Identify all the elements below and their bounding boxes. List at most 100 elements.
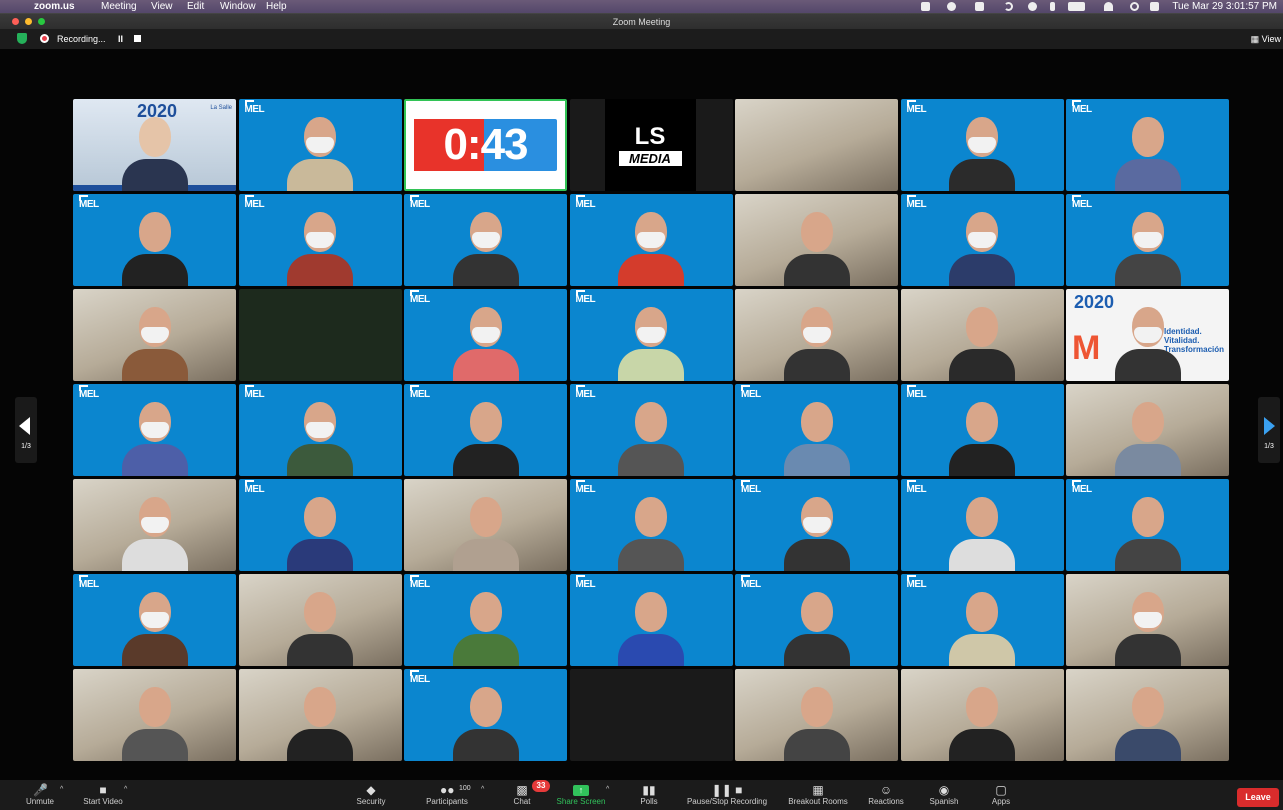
participant-tile[interactable]: MEL bbox=[404, 669, 567, 761]
participant-tile[interactable] bbox=[735, 669, 898, 761]
participant-tile[interactable]: LS MEDIA bbox=[569, 99, 733, 191]
leave-button[interactable]: Leave bbox=[1237, 788, 1279, 807]
participant-tile[interactable]: 2020 M Identidad. Vitalidad. Transformación bbox=[1066, 289, 1229, 381]
participant-tile[interactable]: MEL bbox=[569, 289, 733, 381]
participant-tile[interactable] bbox=[1066, 384, 1229, 476]
moon-icon[interactable] bbox=[1004, 2, 1013, 11]
participant-tile[interactable]: MEL bbox=[73, 384, 236, 476]
participant-video bbox=[618, 297, 684, 381]
participant-tile[interactable] bbox=[900, 669, 1064, 761]
video-options-caret[interactable]: ^ bbox=[124, 786, 127, 793]
search-icon[interactable] bbox=[1130, 2, 1139, 11]
participant-video bbox=[121, 107, 188, 191]
interpretation-button[interactable]: ◉ Spanish bbox=[924, 780, 964, 810]
apps-button[interactable]: ▢ Apps bbox=[985, 780, 1017, 810]
participant-tile[interactable]: 0:43 bbox=[404, 99, 567, 191]
participant-tile[interactable] bbox=[735, 289, 898, 381]
unmute-button[interactable]: 🎤 Unmute bbox=[22, 780, 58, 810]
participants-options-caret[interactable]: ^ bbox=[481, 786, 484, 793]
participant-tile[interactable]: MEL bbox=[735, 479, 898, 571]
bluetooth-icon[interactable] bbox=[1050, 2, 1055, 11]
pause-stop-icon: ❚❚ ■ bbox=[711, 783, 743, 797]
audio-options-caret[interactable]: ^ bbox=[60, 786, 63, 793]
pause-stop-recording-button[interactable]: ❚❚ ■ Pause/Stop Recording bbox=[680, 780, 774, 810]
participant-tile[interactable]: MEL bbox=[238, 194, 402, 286]
share-options-caret[interactable]: ^ bbox=[606, 786, 609, 793]
previous-page-button[interactable]: 1/3 bbox=[15, 397, 37, 463]
participant-tile[interactable]: MEL bbox=[1066, 99, 1229, 191]
participant-tile[interactable]: MEL bbox=[1066, 194, 1229, 286]
video-off-icon: ■ bbox=[99, 783, 107, 797]
app-menu[interactable]: zoom.us bbox=[34, 0, 75, 13]
security-shield-icon[interactable] bbox=[17, 33, 27, 44]
participant-tile[interactable]: MEL bbox=[404, 194, 567, 286]
app-icon[interactable] bbox=[975, 2, 984, 11]
grammarly-icon[interactable] bbox=[947, 2, 956, 11]
participant-tile[interactable]: MEL bbox=[900, 194, 1064, 286]
share-screen-button[interactable]: ↑ Share Screen bbox=[553, 780, 609, 810]
participant-tile[interactable] bbox=[73, 289, 236, 381]
participant-tile[interactable] bbox=[73, 669, 236, 761]
participant-tile[interactable]: MEL bbox=[404, 384, 567, 476]
participant-tile[interactable] bbox=[238, 289, 402, 381]
reactions-button[interactable]: ☺ Reactions bbox=[863, 780, 909, 810]
participant-tile[interactable] bbox=[569, 669, 733, 761]
participant-tile[interactable]: MEL bbox=[238, 384, 402, 476]
participant-tile[interactable]: 2020 La Salle bbox=[73, 99, 236, 191]
stop-recording-button[interactable] bbox=[134, 35, 141, 42]
participant-tile[interactable]: MEL bbox=[73, 194, 236, 286]
participant-tile[interactable]: MEL bbox=[238, 99, 402, 191]
participant-tile[interactable] bbox=[900, 289, 1064, 381]
next-page-button[interactable]: 1/3 bbox=[1258, 397, 1280, 463]
participant-tile[interactable] bbox=[238, 669, 402, 761]
menu-help[interactable]: Help bbox=[266, 0, 287, 13]
participant-tile[interactable]: MEL bbox=[404, 289, 567, 381]
participant-tile[interactable]: MEL bbox=[735, 574, 898, 666]
participant-tile[interactable]: MEL bbox=[569, 384, 733, 476]
menu-view[interactable]: View bbox=[151, 0, 173, 13]
wifi-icon[interactable] bbox=[1104, 2, 1113, 11]
language-icon: ◉ bbox=[938, 783, 950, 797]
control-center-icon[interactable] bbox=[1150, 2, 1159, 11]
participant-tile[interactable]: MEL bbox=[735, 384, 898, 476]
participant-video bbox=[949, 582, 1015, 666]
chat-button[interactable]: ▩ Chat 33 bbox=[508, 780, 550, 810]
participant-tile[interactable]: MEL bbox=[900, 479, 1064, 571]
participant-tile[interactable]: MEL bbox=[73, 574, 236, 666]
participant-tile[interactable]: MEL bbox=[900, 99, 1064, 191]
start-video-button[interactable]: ■ Start Video bbox=[78, 780, 128, 810]
menu-window[interactable]: Window bbox=[220, 0, 256, 13]
participant-tile[interactable]: MEL bbox=[1066, 479, 1229, 571]
participant-tile[interactable] bbox=[404, 479, 567, 571]
clock[interactable]: Tue Mar 29 3:01:57 PM bbox=[1172, 0, 1277, 13]
participant-tile[interactable]: MEL bbox=[238, 479, 402, 571]
view-button[interactable]: ▦ View bbox=[1251, 29, 1281, 49]
participant-tile[interactable]: MEL bbox=[569, 194, 733, 286]
camera-icon[interactable] bbox=[921, 2, 930, 11]
participant-tile[interactable] bbox=[238, 574, 402, 666]
participant-video bbox=[949, 107, 1015, 191]
participant-tile[interactable] bbox=[735, 194, 898, 286]
menu-edit[interactable]: Edit bbox=[187, 0, 204, 13]
breakout-rooms-button[interactable]: ▦ Breakout Rooms bbox=[783, 780, 853, 810]
participant-tile[interactable]: MEL bbox=[404, 574, 567, 666]
participant-tile[interactable] bbox=[1066, 574, 1229, 666]
participant-tile[interactable] bbox=[1066, 669, 1229, 761]
participant-tile[interactable]: MEL bbox=[900, 574, 1064, 666]
security-button[interactable]: ◆ Security bbox=[350, 780, 392, 810]
participant-tile[interactable] bbox=[735, 99, 898, 191]
polls-button[interactable]: ▮▮ Polls bbox=[633, 780, 665, 810]
participant-video bbox=[121, 202, 188, 286]
participant-video bbox=[783, 202, 850, 286]
play-icon[interactable] bbox=[1028, 2, 1037, 11]
participant-tile[interactable]: MEL bbox=[569, 574, 733, 666]
mel-logo: MEL bbox=[741, 385, 761, 400]
battery-icon[interactable] bbox=[1068, 2, 1085, 11]
participant-tile[interactable]: MEL bbox=[900, 384, 1064, 476]
participant-video bbox=[783, 582, 850, 666]
mel-logo: MEL bbox=[244, 480, 265, 495]
participant-tile[interactable]: MEL bbox=[569, 479, 733, 571]
menu-meeting[interactable]: Meeting bbox=[101, 0, 137, 13]
pause-recording-button[interactable]: II bbox=[118, 29, 123, 49]
participant-tile[interactable] bbox=[73, 479, 236, 571]
